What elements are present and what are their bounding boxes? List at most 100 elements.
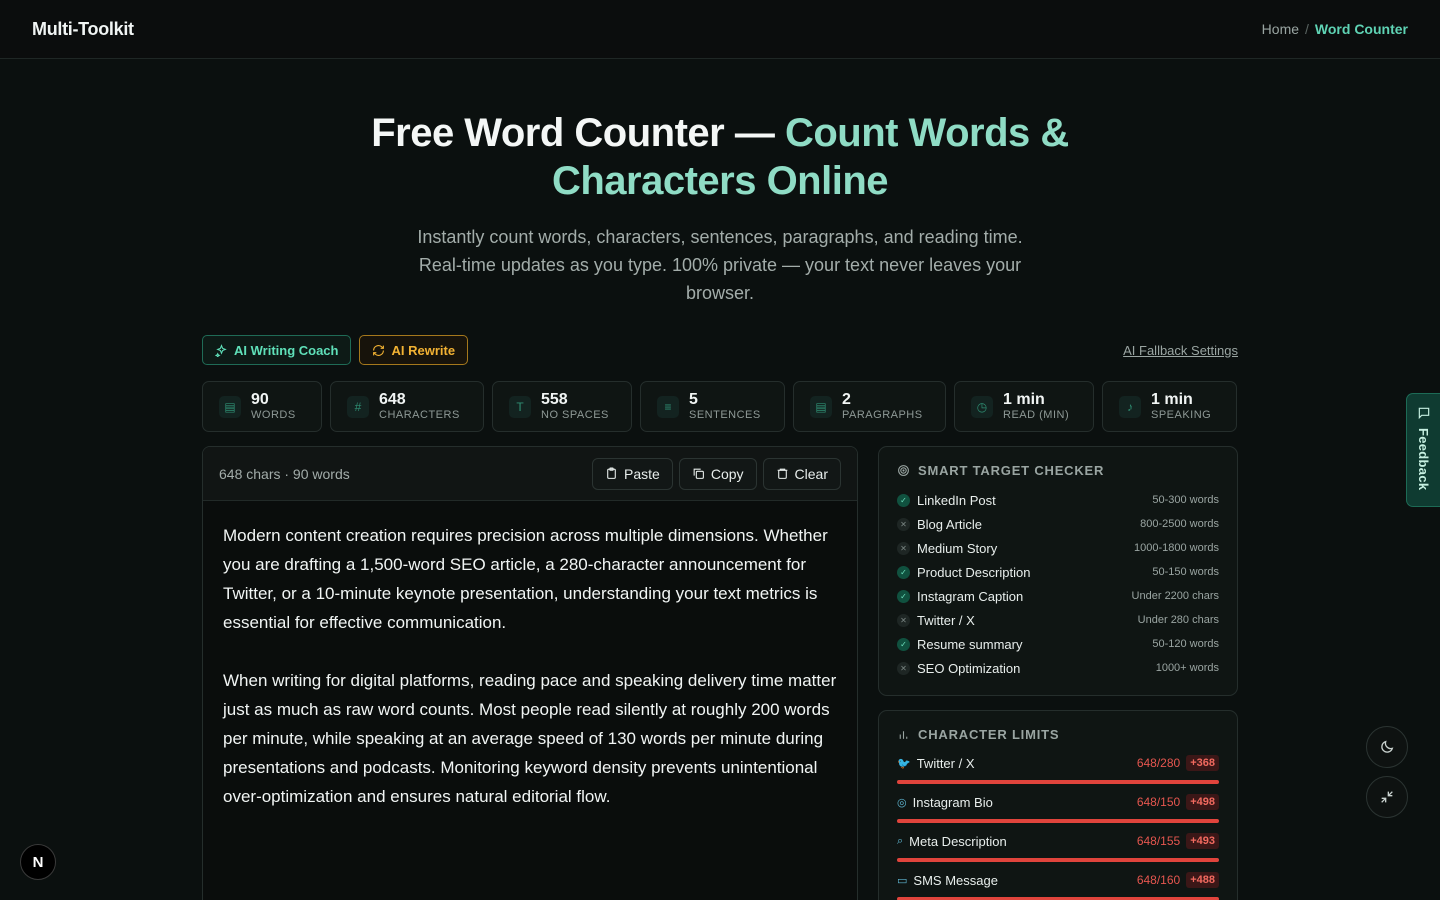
editor-toolbar: 648 chars · 90 words Paste Copy Clear <box>203 447 857 501</box>
target-requirement: 50-300 words <box>1152 494 1219 506</box>
limit-list: 🐦 Twitter / X 648/280 +368 ◎ Instagram Bio 648… <box>897 752 1219 900</box>
ai-rewrite-button[interactable]: AI Rewrite <box>359 335 469 365</box>
text-editor: 648 chars · 90 words Paste Copy Clear Mo… <box>202 446 858 900</box>
nextjs-badge[interactable]: N <box>20 844 56 880</box>
check-icon: ✓ <box>897 565 910 579</box>
limit-over-badge: +498 <box>1186 794 1219 810</box>
search-icon: ⌕ <box>897 834 904 847</box>
stat-text: 2 PARAGRAPHS <box>842 391 923 422</box>
character-limits: CHARACTER LIMITS 🐦 Twitter / X 648/280 +368… <box>878 710 1238 900</box>
limit-name: SMS Message <box>913 872 998 888</box>
breadcrumb-current: Word Counter <box>1314 21 1408 37</box>
clear-label: Clear <box>794 465 828 482</box>
target-row: ✕ Twitter / X Under 280 chars <box>897 608 1219 632</box>
theme-toggle-button[interactable] <box>1366 726 1408 768</box>
editor-meta: 648 chars · 90 words <box>219 465 350 482</box>
page-title-main: Free Word Counter — <box>371 111 785 155</box>
lines-icon: ≡ <box>657 395 679 418</box>
collapse-button[interactable] <box>1366 776 1408 818</box>
refresh-icon <box>373 344 385 356</box>
stat-card-read-min: ◷ 1 min READ (MIN) <box>954 381 1094 432</box>
target-requirement: 800-2500 words <box>1140 518 1219 530</box>
paste-label: Paste <box>624 465 660 482</box>
stat-card-words: ▤ 90 WORDS <box>202 381 322 432</box>
editor-paragraph: When writing for digital platforms, read… <box>223 671 837 806</box>
paste-button[interactable]: Paste <box>592 457 673 490</box>
limit-over-badge: +368 <box>1186 755 1219 771</box>
brand-logo[interactable]: Multi-Toolkit <box>32 19 134 40</box>
target-row: ✕ Medium Story 1000-1800 words <box>897 536 1219 560</box>
stat-text: 648 CHARACTERS <box>379 391 460 422</box>
target-icon <box>898 465 909 476</box>
ai-writing-coach-label: AI Writing Coach <box>234 342 339 358</box>
limit-name: Instagram Bio <box>912 794 993 810</box>
hero: Free Word Counter — Count Words & Charac… <box>0 59 1440 307</box>
editor-buttons: Paste Copy Clear <box>592 457 841 490</box>
stat-label: READ (MIN) <box>1003 409 1070 421</box>
stat-card-no-spaces: T 558 NO SPACES <box>492 381 632 432</box>
target-row: ✕ Blog Article 800-2500 words <box>897 512 1219 536</box>
target-row: ✓ LinkedIn Post 50-300 words <box>897 488 1219 512</box>
mic-icon: ♪ <box>1119 395 1141 418</box>
breadcrumb-home[interactable]: Home <box>1262 21 1299 37</box>
type-icon: T <box>509 395 531 418</box>
stat-value: 90 <box>251 391 269 408</box>
target-checker-heading: SMART TARGET CHECKER <box>897 463 1219 478</box>
editor-textarea[interactable]: Modern content creation requires precisi… <box>203 501 857 831</box>
feedback-tab[interactable]: Feedback <box>1406 393 1440 507</box>
stat-value: 648 <box>379 391 406 408</box>
target-name: Resume summary <box>917 636 1023 652</box>
limit-progress-bar <box>897 780 1219 784</box>
target-row: ✓ Resume summary 50-120 words <box>897 632 1219 656</box>
stat-value: 1 min <box>1151 391 1193 408</box>
limit-header: ⌕ Meta Description 648/155 +493 <box>897 830 1219 852</box>
stat-card-sentences: ≡ 5 SENTENCES <box>640 381 785 432</box>
stat-label: NO SPACES <box>541 409 609 421</box>
stat-value: 1 min <box>1003 391 1045 408</box>
feedback-label: Feedback <box>1416 428 1431 491</box>
target-row: ✓ Instagram Caption Under 2200 chars <box>897 584 1219 608</box>
target-requirement: Under 280 chars <box>1137 614 1219 626</box>
target-requirement: 50-150 words <box>1152 566 1219 578</box>
stat-label: WORDS <box>251 409 296 421</box>
instagram-icon: ◎ <box>897 796 907 809</box>
copy-button[interactable]: Copy <box>678 457 757 490</box>
clock-icon: ◷ <box>971 395 993 418</box>
ai-fallback-settings-link[interactable]: AI Fallback Settings <box>1123 343 1238 358</box>
stat-card-characters: #648 CHARACTERS <box>330 381 484 432</box>
hash-icon: # <box>347 395 369 418</box>
target-requirement: 1000+ words <box>1155 662 1219 674</box>
limit-row: 🐦 Twitter / X 648/280 +368 <box>897 752 1219 791</box>
target-name: Blog Article <box>917 516 983 532</box>
check-icon: ✓ <box>897 589 910 603</box>
stats-row: ▤ 90 WORDS #648 CHARACTERS T 558 NO SPACES ≡ 5 SEN… <box>202 381 1238 432</box>
bar-chart-icon <box>899 731 908 739</box>
document-icon: ▤ <box>219 395 241 418</box>
smart-target-checker: SMART TARGET CHECKER ✓ LinkedIn Post 50-30… <box>878 446 1238 696</box>
stat-text: 5 SENTENCES <box>689 391 761 422</box>
stat-text: 558 NO SPACES <box>541 391 609 422</box>
limit-over-badge: +493 <box>1186 833 1219 849</box>
twitter-icon: 🐦 <box>897 757 911 770</box>
check-icon: ✓ <box>897 493 910 507</box>
message-icon: ▭ <box>897 874 908 887</box>
char-limits-title: CHARACTER LIMITS <box>918 727 1060 742</box>
copy-icon <box>693 468 704 479</box>
target-requirement: Under 2200 chars <box>1131 590 1219 602</box>
limit-progress-bar <box>897 819 1219 823</box>
ai-writing-coach-button[interactable]: AI Writing Coach <box>202 335 352 365</box>
limit-ratio: 648/150 <box>1136 795 1181 809</box>
paragraph-icon: ▤ <box>810 395 832 418</box>
stat-text: 1 min SPEAKING <box>1151 391 1211 422</box>
minimize-icon <box>1381 791 1393 803</box>
limit-ratio: 648/280 <box>1136 756 1181 770</box>
char-limits-heading: CHARACTER LIMITS <box>897 727 1219 742</box>
target-name: SEO Optimization <box>917 660 1021 676</box>
clipboard-icon <box>607 467 616 479</box>
clear-button[interactable]: Clear <box>762 457 841 490</box>
target-list: ✓ LinkedIn Post 50-300 words ✕ Blog Article 8… <box>897 488 1219 680</box>
limit-header: ▭ SMS Message 648/160 +488 <box>897 869 1219 891</box>
moon-icon <box>1381 740 1394 753</box>
x-icon: ✕ <box>897 541 910 555</box>
page-subtitle: Instantly count words, characters, sente… <box>417 227 1023 303</box>
